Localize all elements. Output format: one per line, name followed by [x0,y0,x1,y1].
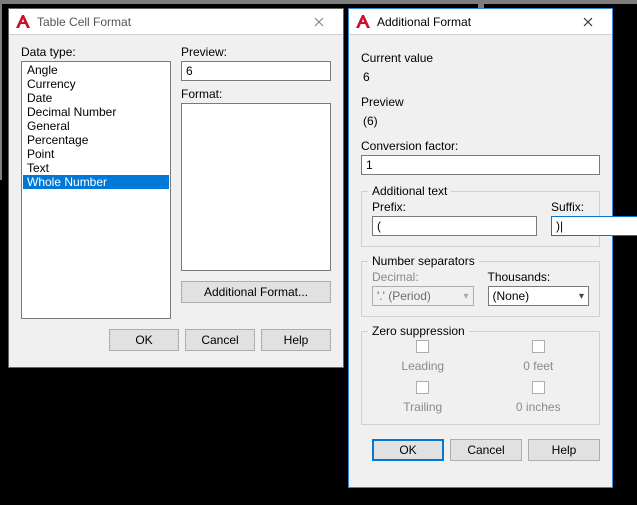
data-type-listbox[interactable]: AngleCurrencyDateDecimal NumberGeneralPe… [21,61,171,319]
current-value-label: Current value [361,51,600,65]
prefix-label: Prefix: [372,200,537,214]
close-button[interactable] [301,11,337,33]
preview-label: Preview: [181,45,331,59]
checkbox-icon [416,340,429,353]
help-button[interactable]: Help [528,439,600,461]
suffix-label: Suffix: [551,200,637,214]
thousands-value: (None) [493,289,530,303]
thousands-label: Thousands: [488,270,590,284]
trailing-checkbox: Trailing [372,381,474,414]
ok-button[interactable]: OK [372,439,444,461]
conversion-factor-input[interactable] [361,155,600,175]
autocad-icon [15,14,31,30]
help-button[interactable]: Help [261,329,331,351]
data-type-item[interactable]: Text [23,161,169,175]
close-icon [314,17,324,27]
preview-label: Preview [361,95,600,109]
chevron-down-icon: ▾ [579,291,584,302]
leading-label: Leading [401,359,444,373]
cancel-button[interactable]: Cancel [450,439,522,461]
feet-label: 0 feet [523,359,553,373]
data-type-item[interactable]: Date [23,91,169,105]
thousands-select[interactable]: (None) ▾ [488,286,590,306]
dialog-title: Table Cell Format [37,15,301,29]
data-type-label: Data type: [21,45,171,59]
preview-value: (6) [361,111,600,131]
close-button[interactable] [570,11,606,33]
additional-text-group-title: Additional text [368,184,451,198]
data-type-item[interactable]: Decimal Number [23,105,169,119]
data-type-item[interactable]: Percentage [23,133,169,147]
cancel-button[interactable]: Cancel [185,329,255,351]
format-listbox[interactable] [181,103,331,271]
ok-button[interactable]: OK [109,329,179,351]
titlebar[interactable]: Table Cell Format [9,9,343,35]
trailing-label: Trailing [403,400,442,414]
inches-label: 0 inches [516,400,561,414]
feet-checkbox: 0 feet [488,340,590,373]
decimal-select: '.' (Period) ▾ [372,286,474,306]
data-type-item[interactable]: Whole Number [23,175,169,189]
inches-checkbox: 0 inches [488,381,590,414]
additional-format-button[interactable]: Additional Format... [181,281,331,303]
data-type-item[interactable]: Currency [23,77,169,91]
suffix-input[interactable] [551,216,637,236]
number-separators-group-title: Number separators [368,254,479,268]
zero-suppression-group-title: Zero suppression [368,324,469,338]
prefix-input[interactable] [372,216,537,236]
conversion-factor-label: Conversion factor: [361,139,600,153]
preview-value: 6 [186,64,193,78]
decimal-label: Decimal: [372,270,474,284]
data-type-item[interactable]: General [23,119,169,133]
chevron-down-icon: ▾ [463,291,468,302]
current-value: 6 [361,67,600,87]
data-type-item[interactable]: Angle [23,63,169,77]
additional-format-dialog: Additional Format Current value 6 Previe… [348,8,613,488]
leading-checkbox: Leading [372,340,474,373]
dialog-title: Additional Format [377,15,570,29]
table-cell-format-dialog: Table Cell Format Data type: AngleCurren… [8,8,344,368]
checkbox-icon [532,340,545,353]
decimal-value: '.' (Period) [377,289,431,303]
format-label: Format: [181,87,331,101]
checkbox-icon [532,381,545,394]
checkbox-icon [416,381,429,394]
titlebar[interactable]: Additional Format [349,9,612,35]
autocad-icon [355,14,371,30]
preview-box: 6 [181,61,331,81]
data-type-item[interactable]: Point [23,147,169,161]
close-icon [583,17,593,27]
